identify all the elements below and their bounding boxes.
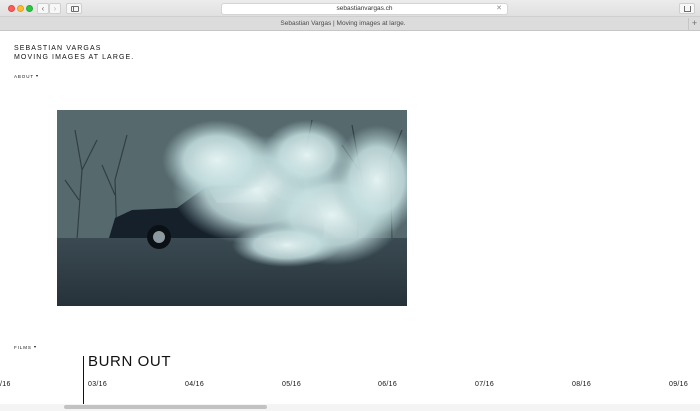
timeline-month[interactable]: 06/16 — [378, 381, 397, 388]
timeline-month[interactable]: 04/16 — [185, 381, 204, 388]
zoom-window-icon[interactable] — [26, 5, 33, 12]
timeline-month[interactable]: 07/16 — [475, 381, 494, 388]
about-label: ABOUT — [14, 74, 35, 79]
about-menu-link[interactable]: ABOUT — [14, 74, 39, 79]
clear-address-icon[interactable]: ✕ — [496, 4, 502, 14]
chevron-left-icon: ‹ — [41, 4, 45, 13]
film-still-image — [57, 110, 407, 306]
new-tab-button[interactable]: + — [688, 18, 700, 30]
share-icon — [684, 6, 691, 12]
current-film-title[interactable]: BURN OUT — [88, 353, 171, 370]
timeline-month[interactable]: 03/16 — [88, 381, 107, 388]
horizontal-scrollbar-thumb[interactable] — [64, 405, 267, 409]
chevron-right-icon: › — [53, 4, 57, 13]
films-menu-link[interactable]: FILMS — [14, 345, 36, 350]
timeline-month[interactable]: 05/16 — [282, 381, 301, 388]
site-tagline: MOVING IMAGES AT LARGE. — [14, 54, 135, 61]
hero-film-still[interactable] — [57, 110, 407, 306]
browser-titlebar: ‹ › sebastianvargas.ch ✕ — [0, 0, 700, 17]
timeline-month[interactable]: /16 — [0, 381, 11, 388]
sidebar-icon — [71, 6, 79, 12]
active-tab-title[interactable]: Sebastian Vargas | Moving images at larg… — [0, 17, 686, 30]
share-button[interactable] — [679, 3, 695, 14]
close-window-icon[interactable] — [8, 5, 15, 12]
timeline-month[interactable]: 09/16 — [669, 381, 688, 388]
minimize-window-icon[interactable] — [17, 5, 24, 12]
sidebar-button[interactable] — [66, 3, 82, 14]
address-bar[interactable]: sebastianvargas.ch ✕ — [221, 3, 508, 15]
address-text: sebastianvargas.ch — [336, 5, 393, 12]
films-label: FILMS — [14, 345, 32, 350]
caret-down-icon — [33, 346, 36, 348]
caret-down-icon — [36, 75, 39, 77]
forward-button[interactable]: › — [49, 3, 61, 14]
site-name[interactable]: SEBASTIAN VARGAS — [14, 45, 102, 52]
timeline-month[interactable]: 08/16 — [572, 381, 591, 388]
back-button[interactable]: ‹ — [37, 3, 49, 14]
timeline-marker — [83, 356, 84, 404]
tab-bar: Sebastian Vargas | Moving images at larg… — [0, 17, 700, 31]
